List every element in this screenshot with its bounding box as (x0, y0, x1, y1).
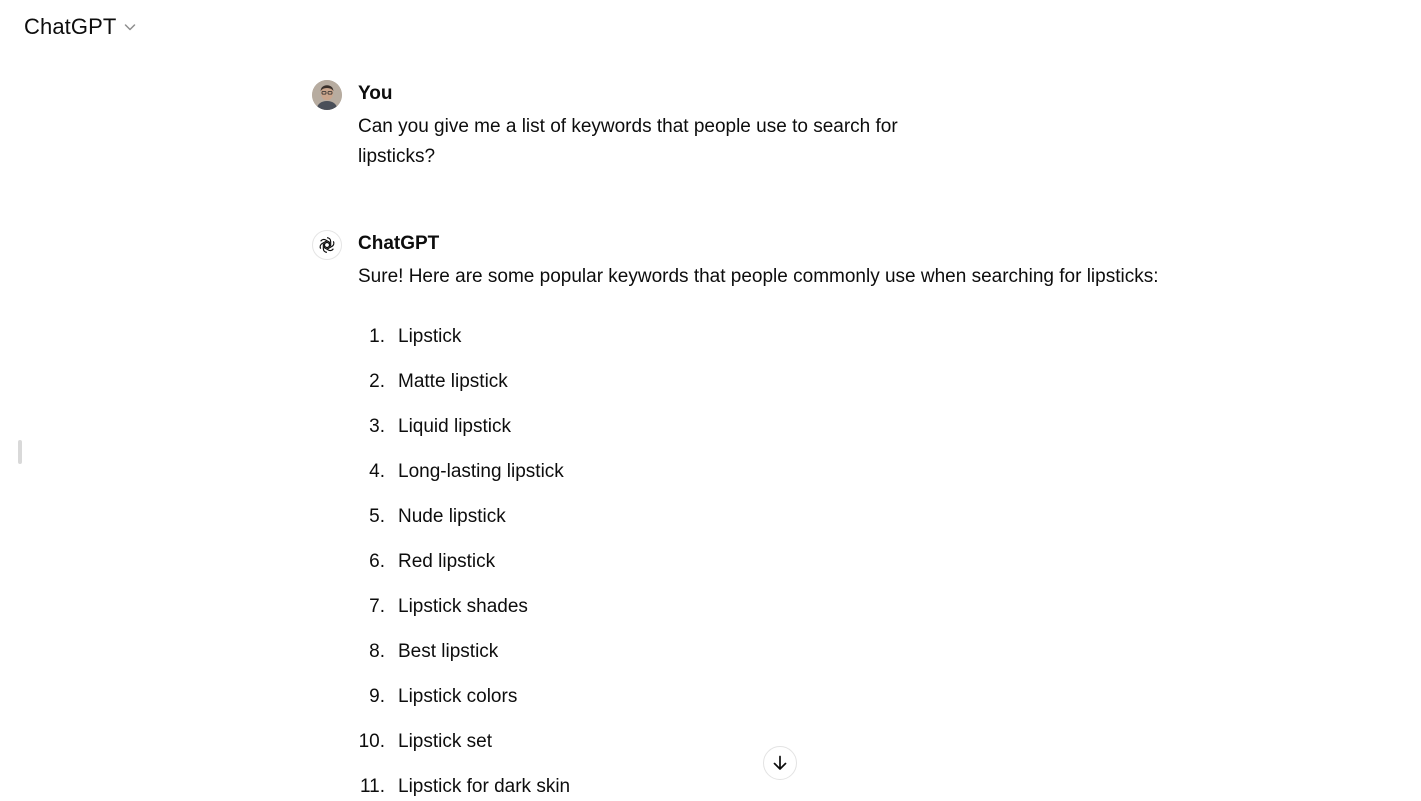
list-item-number: 9. (369, 686, 385, 707)
list-item-label: Liquid lipstick (398, 416, 511, 437)
sidebar-toggle-handle[interactable] (18, 440, 22, 464)
chat-page: ChatGPT You Can you give me a list of ke… (0, 0, 1421, 801)
list-item-number: 11. (359, 776, 385, 797)
list-item-number: 7. (369, 596, 385, 617)
list-item-label: Nude lipstick (398, 506, 506, 527)
list-item-label: Lipstick (398, 326, 462, 347)
list-item-label: Matte lipstick (398, 371, 508, 392)
chevron-down-icon (125, 24, 136, 31)
list-item-label: Lipstick set (398, 731, 492, 752)
list-item-label: Lipstick for dark skin (398, 776, 571, 797)
user-message-text: Can you give me a list of keywords that … (358, 116, 898, 167)
model-switcher[interactable]: ChatGPT (14, 10, 148, 44)
openai-logo-icon (312, 230, 342, 260)
user-author-name: You (358, 83, 393, 104)
list-item-label: Best lipstick (398, 641, 499, 662)
arrow-down-icon (773, 755, 787, 770)
list-item-label: Long-lasting lipstick (398, 461, 564, 482)
scroll-to-bottom-button[interactable] (763, 746, 797, 780)
assistant-intro-text: Sure! Here are some popular keywords tha… (358, 266, 1159, 287)
list-item-label: Lipstick colors (398, 686, 518, 707)
list-item-number: 4. (369, 461, 385, 482)
model-name: ChatGPT (24, 14, 117, 39)
list-item-number: 5. (369, 506, 385, 527)
list-item-number: 8. (369, 641, 385, 662)
list-item-label: Red lipstick (398, 551, 496, 572)
list-item-number: 6. (369, 551, 385, 572)
list-item-number: 3. (369, 416, 385, 437)
list-item-label: Lipstick shades (398, 596, 528, 617)
list-item-number: 1. (369, 326, 385, 347)
list-item-number: 10. (358, 731, 385, 752)
list-item-number: 2. (369, 371, 385, 392)
user-avatar (312, 80, 342, 110)
assistant-author-name: ChatGPT (358, 233, 440, 254)
